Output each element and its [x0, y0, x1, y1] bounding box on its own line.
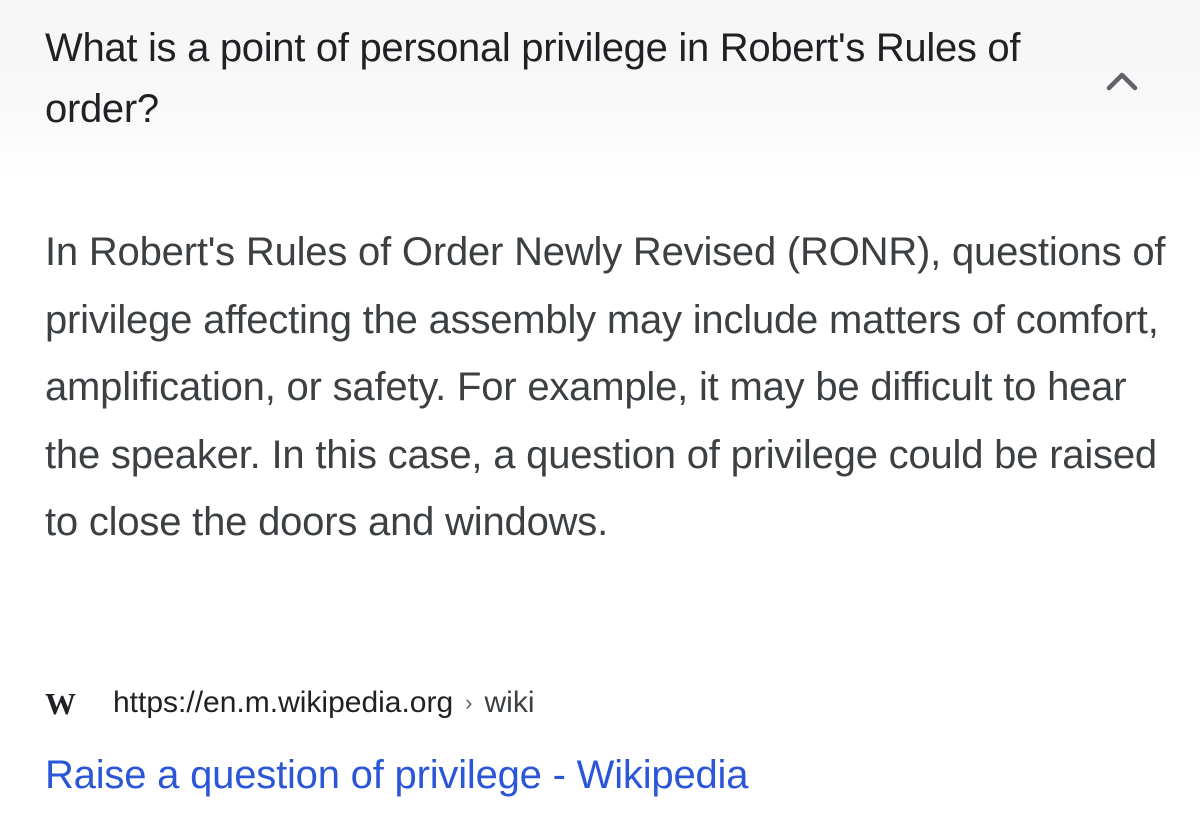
faq-question[interactable]: What is a point of personal privilege in…: [45, 18, 1055, 140]
faq-question-header[interactable]: What is a point of personal privilege in…: [0, 0, 1200, 180]
source-path[interactable]: wiki: [485, 688, 535, 718]
faq-answer: In Robert's Rules of Order Newly Revised…: [45, 230, 1166, 544]
collapse-button[interactable]: [1098, 62, 1146, 102]
result-title-link[interactable]: Raise a question of privilege - Wikipedi…: [45, 745, 748, 805]
source-citation[interactable]: W https://en.m.wikipedia.org › wiki: [45, 681, 535, 725]
source-url[interactable]: https://en.m.wikipedia.org: [113, 688, 453, 718]
chevron-up-icon: [1106, 72, 1138, 91]
wikipedia-w-icon: W: [45, 685, 76, 721]
breadcrumb-separator: ›: [465, 690, 473, 715]
